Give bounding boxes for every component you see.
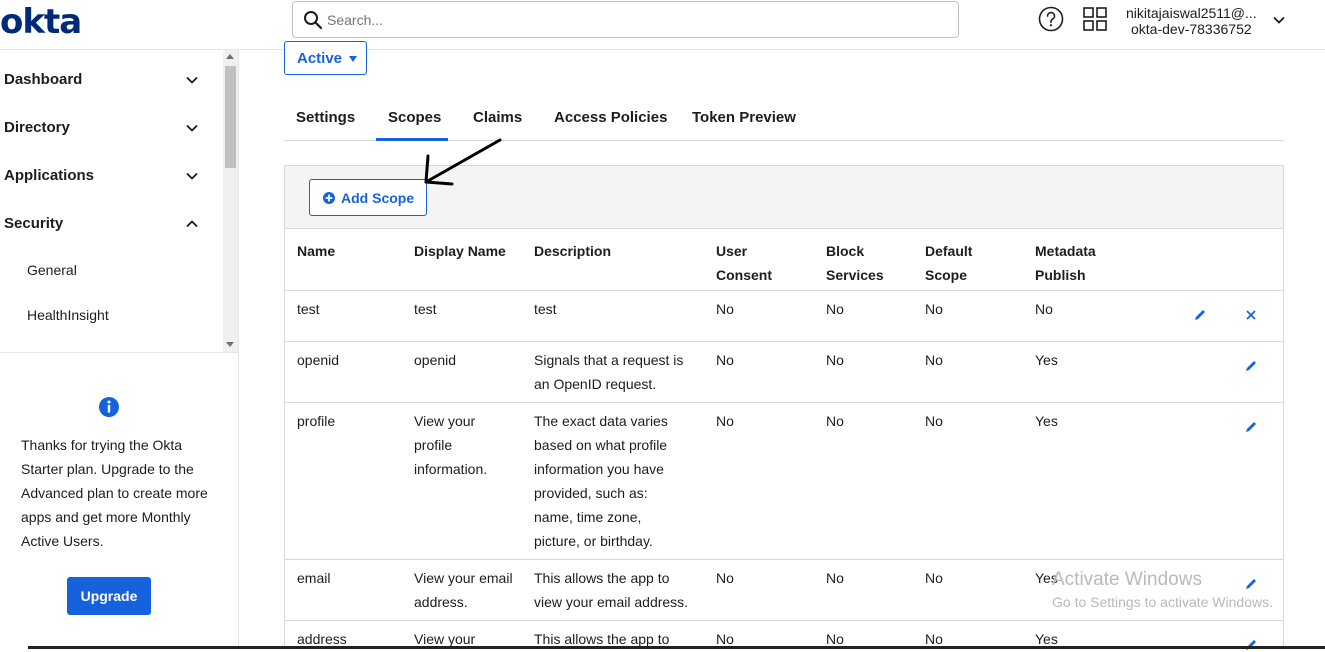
edit-pencil-icon[interactable] bbox=[1193, 308, 1207, 322]
chevron-down-icon[interactable] bbox=[185, 169, 199, 183]
cell-metadata-publish: No bbox=[1035, 301, 1053, 317]
cell-metadata-publish: Yes bbox=[1035, 413, 1058, 429]
tab-claims[interactable]: Claims bbox=[473, 109, 522, 126]
cell-description: test bbox=[534, 301, 557, 317]
cell-description: This allows the app to view your email a… bbox=[534, 570, 689, 610]
sidebar-item-directory[interactable]: Directory bbox=[4, 119, 70, 136]
cell-user-consent: No bbox=[716, 301, 734, 317]
sidebar-subitem-healthinsight[interactable]: HealthInsight bbox=[27, 307, 109, 323]
sidebar-item-dashboard[interactable]: Dashboard bbox=[4, 71, 82, 88]
row-divider bbox=[285, 620, 1283, 621]
cell-default-scope: No bbox=[925, 413, 943, 429]
sidebar-scrollbar[interactable] bbox=[223, 50, 238, 352]
cell-user-consent: No bbox=[716, 570, 734, 586]
cell-metadata-publish: Yes bbox=[1035, 352, 1058, 368]
scroll-up-arrow-icon[interactable] bbox=[226, 54, 234, 59]
cell-display-name: View your profile information. bbox=[414, 413, 488, 477]
tab-settings[interactable]: Settings bbox=[296, 109, 355, 126]
chevron-up-icon[interactable] bbox=[185, 217, 199, 231]
app-grid-icon[interactable] bbox=[1082, 6, 1108, 32]
cell-block-services: No bbox=[826, 570, 844, 586]
cell-display-name: test bbox=[414, 301, 437, 317]
search-icon bbox=[304, 11, 323, 30]
sidebar-item-security[interactable]: Security bbox=[4, 215, 63, 232]
info-icon bbox=[99, 397, 119, 417]
okta-logo[interactable]: okta bbox=[0, 2, 82, 42]
cell-user-consent: No bbox=[716, 352, 734, 368]
activate-windows-title: Activate Windows bbox=[1052, 569, 1202, 590]
tab-scopes[interactable]: Scopes bbox=[388, 109, 441, 126]
cell-name: openid bbox=[297, 352, 340, 368]
edit-pencil-icon[interactable] bbox=[1244, 420, 1258, 434]
delete-x-icon[interactable] bbox=[1245, 309, 1257, 321]
cell-name: profile bbox=[297, 413, 336, 429]
sidebar-item-applications[interactable]: Applications bbox=[4, 167, 94, 184]
column-header-user-consent: User Consent bbox=[716, 243, 772, 283]
cell-user-consent: No bbox=[716, 413, 734, 429]
annotation-arrow-icon bbox=[424, 138, 502, 186]
cell-default-scope: No bbox=[925, 570, 943, 586]
cell-default-scope: No bbox=[925, 352, 943, 368]
search-box[interactable] bbox=[292, 1, 959, 38]
column-header-default-scope: Default Scope bbox=[925, 243, 973, 283]
top-bar: okta nikitajaiswal2511@... okta-dev-7833… bbox=[0, 0, 1325, 50]
sidebar: Dashboard Directory Applications Securit… bbox=[0, 50, 239, 649]
cell-block-services: No bbox=[826, 352, 844, 368]
chevron-down-icon[interactable] bbox=[185, 121, 199, 135]
activate-windows-subtitle: Go to Settings to activate Windows. bbox=[1052, 594, 1273, 610]
cell-name: email bbox=[297, 570, 331, 586]
caret-down-icon bbox=[349, 56, 357, 62]
upgrade-button[interactable]: Upgrade bbox=[67, 577, 151, 615]
chevron-down-icon[interactable] bbox=[1272, 13, 1286, 27]
row-divider bbox=[285, 559, 1283, 560]
edit-pencil-icon[interactable] bbox=[1244, 359, 1258, 373]
cell-description: Signals that a request is an OpenID requ… bbox=[534, 352, 684, 392]
cell-block-services: No bbox=[826, 301, 844, 317]
cell-display-name: View your email address. bbox=[414, 570, 513, 610]
user-org[interactable]: okta-dev-78336752 bbox=[1131, 21, 1252, 37]
edit-pencil-icon[interactable] bbox=[1244, 577, 1258, 591]
status-label: Active bbox=[297, 49, 343, 67]
row-divider bbox=[285, 290, 1283, 291]
cell-default-scope: No bbox=[925, 301, 943, 317]
upgrade-promo-text: Thanks for trying the Okta Starter plan.… bbox=[21, 437, 208, 549]
row-divider bbox=[285, 341, 1283, 342]
tab-access-policies[interactable]: Access Policies bbox=[554, 109, 667, 126]
column-header-name: Name bbox=[297, 243, 336, 259]
search-input[interactable] bbox=[327, 2, 927, 37]
help-icon[interactable] bbox=[1038, 6, 1064, 32]
column-header-metadata-publish: Metadata Publish bbox=[1035, 243, 1096, 283]
column-header-block-services: Block Services bbox=[826, 243, 884, 283]
sidebar-subitem-general[interactable]: General bbox=[27, 262, 77, 278]
scroll-down-arrow-icon[interactable] bbox=[226, 342, 234, 347]
edit-pencil-icon[interactable] bbox=[1244, 638, 1258, 652]
status-dropdown[interactable]: Active bbox=[284, 41, 367, 75]
row-divider bbox=[285, 402, 1283, 403]
cell-block-services: No bbox=[826, 413, 844, 429]
column-header-description: Description bbox=[534, 243, 612, 259]
cell-name: test bbox=[297, 301, 320, 317]
column-header-display-name: Display Name bbox=[414, 243, 506, 259]
add-scope-label: Add Scope bbox=[341, 190, 415, 206]
scrollbar-thumb[interactable] bbox=[225, 66, 236, 168]
add-scope-button[interactable]: Add Scope bbox=[309, 179, 427, 216]
cell-display-name: openid bbox=[414, 352, 457, 368]
sidebar-divider bbox=[0, 352, 239, 353]
user-name[interactable]: nikitajaiswal2511@... bbox=[1126, 5, 1266, 21]
tab-token-preview[interactable]: Token Preview bbox=[692, 109, 796, 126]
cell-description: The exact data varies based on what prof… bbox=[534, 413, 668, 549]
plus-circle-icon bbox=[323, 192, 335, 204]
chevron-down-icon[interactable] bbox=[185, 73, 199, 87]
